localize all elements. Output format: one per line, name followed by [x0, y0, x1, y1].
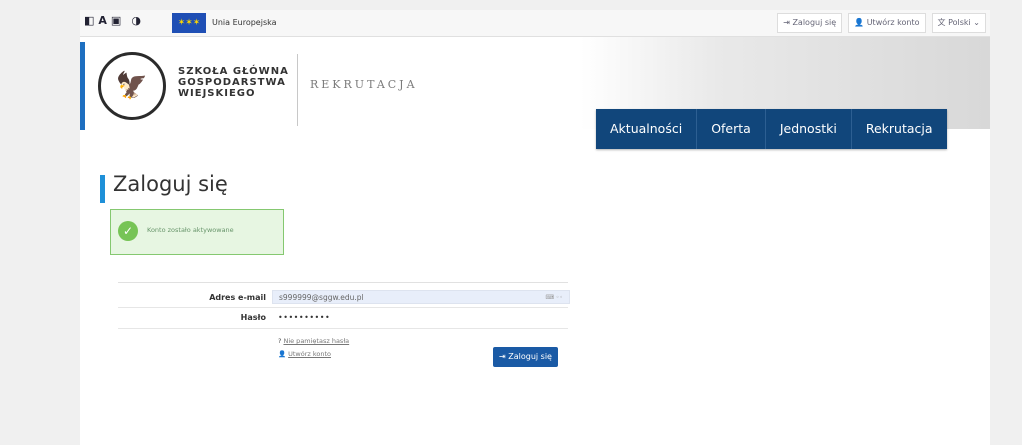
page-title: Zaloguj się — [113, 172, 228, 196]
header-divider — [297, 54, 298, 126]
translate-icon: 文 — [937, 18, 946, 27]
title-accent-bar — [100, 175, 105, 203]
create-account-form-link[interactable]: 👤 Utwórz konto — [278, 350, 331, 358]
form-divider-top — [118, 282, 568, 283]
language-select[interactable]: 文 Polski ⌄ — [931, 13, 986, 33]
contrast-toggle-icon[interactable]: ◑ — [131, 14, 141, 27]
font-size-icon[interactable]: A — [98, 14, 107, 27]
form-divider-password — [118, 328, 568, 329]
password-field[interactable]: •••••••••• — [272, 311, 570, 325]
keyboard-icon: ⌨ ◦◦ — [545, 294, 563, 301]
email-field[interactable]: s999999@sggw.edu.pl ⌨ ◦◦ — [272, 290, 570, 304]
nav-item-rekrutacja[interactable]: Rekrutacja — [852, 109, 947, 149]
chevron-down-icon: ⌄ — [973, 18, 980, 27]
login-submit-button[interactable]: ⇥ Zaloguj się — [493, 347, 558, 367]
login-link[interactable]: ⇥ Zaloguj się — [777, 13, 843, 33]
contrast-high-icon[interactable]: ◧ — [84, 14, 94, 27]
page-container: ◧ A ▣ ◑ ✶✶✶ Unia Europejska ⇥ Zaloguj si… — [80, 10, 990, 445]
school-name: SZKOŁA GŁÓWNA GOSPODARSTWA WIEJSKIEGO — [178, 66, 289, 99]
password-label: Hasło — [240, 313, 266, 322]
top-utility-bar: ◧ A ▣ ◑ ✶✶✶ Unia Europejska ⇥ Zaloguj si… — [80, 10, 990, 37]
user-icon: 👤 — [854, 18, 865, 27]
eagle-icon: 🦅 — [115, 71, 149, 101]
nav-item-jednostki[interactable]: Jednostki — [766, 109, 852, 149]
grid-icon[interactable]: ▣ — [111, 14, 121, 27]
nav-item-oferta[interactable]: Oferta — [697, 109, 766, 149]
alert-message: Konto zostało aktywowane — [147, 226, 234, 234]
form-divider-email — [118, 307, 568, 308]
nav-item-aktualnosci[interactable]: Aktualności — [596, 109, 698, 149]
success-alert: ✓ Konto zostało aktywowane — [110, 209, 284, 255]
eu-flag-icon: ✶✶✶ — [172, 13, 206, 33]
question-icon: ? — [278, 337, 282, 345]
top-right-links: ⇥ Zaloguj się 👤 Utwórz konto 文 Polski ⌄ — [777, 13, 986, 33]
sign-in-icon: ⇥ — [783, 18, 790, 27]
eu-label: Unia Europejska — [212, 18, 277, 27]
sggw-logo-emblem[interactable]: 🦅 — [98, 52, 166, 120]
user-icon: 👤 — [278, 350, 287, 358]
create-account-link[interactable]: 👤 Utwórz konto — [848, 13, 926, 33]
sign-in-icon: ⇥ — [499, 352, 506, 361]
forgot-password-link[interactable]: ? Nie pamiętasz hasła — [278, 337, 349, 345]
email-label: Adres e-mail — [209, 293, 266, 302]
main-navigation: Aktualności Oferta Jednostki Rekrutacja — [596, 109, 947, 149]
section-name: REKRUTACJA — [310, 78, 418, 91]
accessibility-controls: ◧ A ▣ ◑ — [84, 14, 141, 27]
header-accent-bar — [80, 42, 85, 130]
check-circle-icon: ✓ — [118, 221, 138, 241]
